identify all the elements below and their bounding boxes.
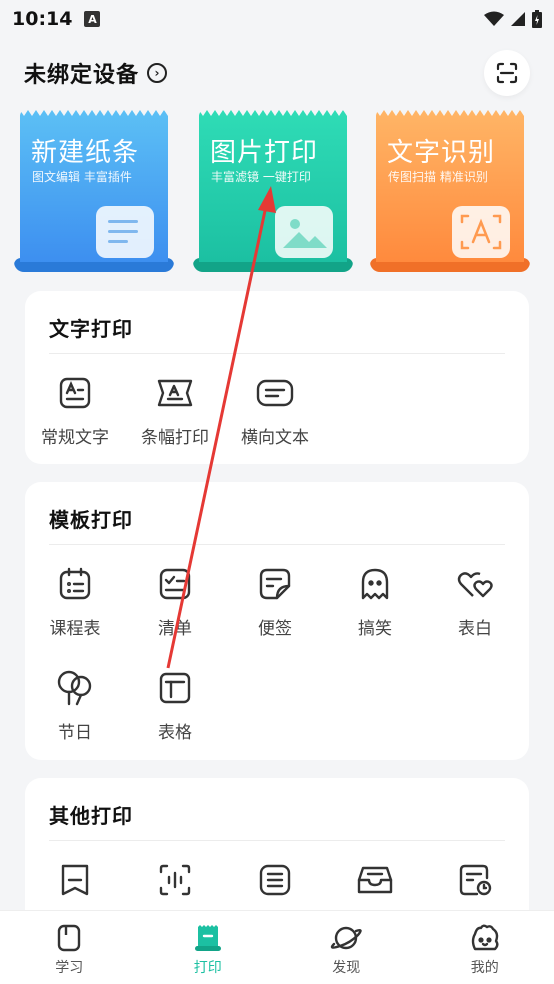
status-bar: 10:14 A [0, 0, 554, 38]
chevron-right-icon[interactable]: › [147, 63, 168, 83]
item-label: 表格 [158, 723, 192, 743]
divider [49, 353, 505, 354]
checklist-icon [155, 564, 195, 604]
item-label: 便签 [258, 619, 292, 639]
funny-item[interactable]: 搞笑 [325, 564, 425, 639]
item-label: 表白 [458, 619, 492, 639]
horizontal-text-item[interactable]: 横向文本 [225, 373, 325, 448]
signal-icon [511, 12, 525, 26]
section-title: 模板打印 [49, 508, 133, 532]
feature-title: 图片打印 [210, 138, 319, 168]
device-header: 未绑定设备 › [0, 46, 554, 100]
other-item-list[interactable] [225, 860, 325, 900]
device-title[interactable]: 未绑定设备 [24, 57, 139, 89]
confession-item[interactable]: 表白 [425, 564, 525, 639]
scan-icon [496, 62, 518, 84]
horizontal-text-icon [255, 373, 295, 413]
photo-print-card[interactable]: 图片打印 丰富滤镜 一键打印 [193, 110, 353, 272]
sticky-note-icon [255, 564, 295, 604]
text-a-icon [55, 373, 95, 413]
zigzag-edge [199, 110, 347, 116]
table-item[interactable]: 表格 [125, 668, 225, 743]
feature-subtitle: 图文编辑 丰富插件 [32, 170, 132, 184]
item-label: 常规文字 [41, 428, 109, 448]
status-time: 10:14 [12, 8, 73, 30]
new-note-card[interactable]: 新建纸条 图文编辑 丰富插件 [14, 110, 174, 272]
table-icon [155, 668, 195, 708]
sticky-note-item[interactable]: 便签 [225, 564, 325, 639]
notification-a-icon: A [84, 11, 101, 27]
nav-learn[interactable]: 学习 [0, 911, 139, 984]
bookmark-icon [55, 860, 95, 900]
checklist-item[interactable]: 清单 [125, 564, 225, 639]
item-label: 清单 [158, 619, 192, 639]
other-item-voice[interactable] [125, 860, 225, 900]
nav-profile[interactable]: 我的 [416, 911, 554, 984]
item-label: 横向文本 [241, 428, 309, 448]
other-item-schedule[interactable] [425, 860, 525, 900]
item-label: 节日 [58, 723, 92, 743]
section-title: 文字打印 [49, 317, 133, 341]
battery-icon [532, 10, 542, 28]
calendar-icon [55, 564, 95, 604]
other-item-bookmark[interactable] [25, 860, 125, 900]
banner-print-item[interactable]: 条幅打印 [125, 373, 225, 448]
nav-label: 打印 [193, 960, 222, 976]
book-icon [58, 924, 81, 952]
item-label: 搞笑 [358, 619, 392, 639]
regular-text-item[interactable]: 常规文字 [25, 373, 125, 448]
feature-title: 新建纸条 [31, 138, 140, 168]
divider [49, 840, 505, 841]
print-icon [194, 925, 221, 951]
text-print-section: 文字打印 常规文字 条幅打印 横向文本 [25, 291, 529, 464]
zigzag-edge [376, 110, 524, 116]
schedule-icon [455, 860, 495, 900]
mascot-icon [471, 924, 499, 951]
image-icon [275, 206, 333, 258]
template-print-section: 模板打印 课程表 清单 便签 搞笑 表白 节日 表格 [25, 482, 529, 760]
planet-icon [331, 926, 362, 950]
voice-scan-icon [155, 860, 195, 900]
section-title: 其他打印 [49, 804, 133, 828]
nav-label: 发现 [332, 960, 361, 976]
wifi-icon [484, 11, 504, 26]
nav-label: 我的 [470, 960, 499, 976]
scan-button[interactable] [484, 50, 530, 96]
nav-label: 学习 [55, 960, 84, 976]
item-label: 课程表 [49, 619, 101, 639]
nav-discover[interactable]: 发现 [277, 911, 416, 984]
status-icons [484, 10, 542, 28]
hearts-icon [455, 564, 495, 604]
feature-title: 文字识别 [387, 138, 496, 168]
timetable-item[interactable]: 课程表 [25, 564, 125, 639]
banner-icon [155, 373, 195, 413]
text-recognition-card[interactable]: 文字识别 传图扫描 精准识别 [370, 110, 530, 272]
divider [49, 544, 505, 545]
balloons-icon [55, 668, 95, 708]
tray-icon [355, 860, 395, 900]
bottom-navigation: 学习 打印 发现 我的 [0, 910, 554, 984]
note-document-icon [96, 206, 154, 258]
holiday-item[interactable]: 节日 [25, 668, 125, 743]
ghost-icon [355, 564, 395, 604]
ocr-a-icon [452, 206, 510, 258]
list-icon [255, 860, 295, 900]
nav-print[interactable]: 打印 [139, 911, 278, 984]
other-item-tray[interactable] [325, 860, 425, 900]
feature-subtitle: 传图扫描 精准识别 [388, 170, 488, 184]
zigzag-edge [20, 110, 168, 116]
feature-subtitle: 丰富滤镜 一键打印 [211, 170, 311, 184]
item-label: 条幅打印 [141, 428, 209, 448]
